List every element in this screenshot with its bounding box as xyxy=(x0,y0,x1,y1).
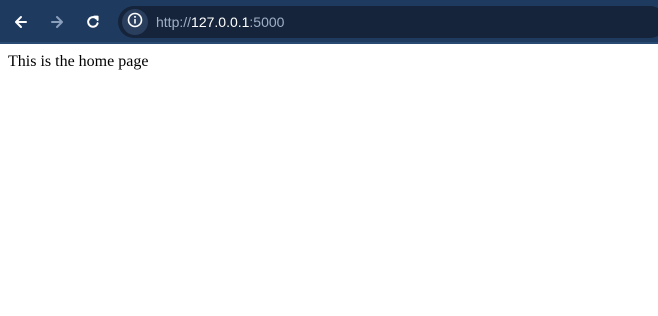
arrow-right-icon xyxy=(49,14,65,30)
home-page-text: This is the home page xyxy=(8,53,149,70)
url-host: 127.0.0.1 xyxy=(191,14,250,30)
reload-button[interactable] xyxy=(80,9,106,35)
forward-button[interactable] xyxy=(44,9,70,35)
browser-toolbar: http://127.0.0.1:5000 xyxy=(0,0,658,44)
page-content: This is the home page xyxy=(0,44,658,316)
info-icon xyxy=(127,12,143,33)
site-info-button[interactable] xyxy=(122,9,148,35)
url-text[interactable]: http://127.0.0.1:5000 xyxy=(156,13,284,31)
address-bar[interactable]: http://127.0.0.1:5000 xyxy=(118,6,658,38)
arrow-left-icon xyxy=(13,14,29,30)
back-button[interactable] xyxy=(8,9,34,35)
url-scheme: http:// xyxy=(156,14,192,30)
reload-icon xyxy=(85,14,101,30)
url-port: :5000 xyxy=(249,14,285,30)
